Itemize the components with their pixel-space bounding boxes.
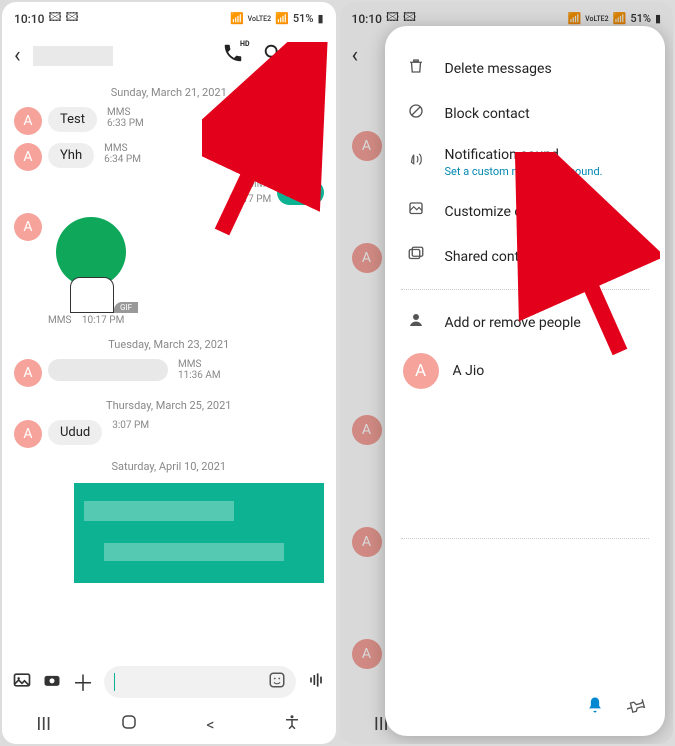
trash-icon [405, 57, 427, 80]
chat-body: Sunday, March 21, 2021 A Test MMS 6:33 P… [2, 80, 336, 660]
message-row: A Test MMS 6:33 PM [14, 107, 324, 135]
message-meta: MMS 6:34 PM [104, 143, 141, 165]
message-row: A MMS 11:36 AM [14, 359, 324, 387]
bell-button[interactable] [585, 695, 605, 720]
message-bubble[interactable] [48, 359, 168, 381]
status-icon: 🖾 [48, 8, 61, 29]
message-row-outgoing: MMS 10:17 PM Hey [14, 179, 324, 205]
nav-recent[interactable]: III [36, 714, 51, 735]
menu-person-row[interactable]: A A Jio [385, 345, 666, 397]
pin-button[interactable] [627, 695, 647, 720]
call-button[interactable]: HD [222, 42, 244, 69]
avatar[interactable]: A [14, 359, 42, 387]
message-row: A Yhh MMS 6:34 PM [14, 143, 324, 171]
more-button[interactable]: ⋮ [302, 43, 324, 68]
shared-icon [405, 245, 427, 268]
person-icon [405, 311, 427, 334]
image-message[interactable] [74, 483, 324, 583]
signal-icon: 📶 [230, 12, 244, 25]
battery-pct: 51% [293, 12, 314, 25]
menu-label: Notification sound [445, 147, 603, 163]
contact-name[interactable] [33, 46, 113, 66]
menu-notification-sound[interactable]: Notification sound Set a custom notifica… [385, 136, 666, 189]
nav-home[interactable] [120, 713, 138, 736]
sound-icon [405, 151, 427, 174]
avatar[interactable]: A [14, 213, 42, 241]
message-bubble[interactable]: Yhh [48, 143, 94, 168]
message-input[interactable] [104, 666, 295, 698]
message-meta: MMS 11:36 AM [178, 359, 221, 381]
menu-delete-messages[interactable]: Delete messages [385, 46, 666, 91]
chat-header: ‹ HD ⋮ [2, 31, 336, 80]
camera-button[interactable] [42, 670, 62, 695]
status-bar: 10:10 🖾 🖾 📶 VoLTE2 📶 51% ▮ [2, 2, 336, 31]
volte-label: VoLTE2 [248, 15, 271, 23]
voice-button[interactable] [306, 670, 326, 695]
message-bubble[interactable]: Udud [48, 420, 102, 445]
person-name: A Jio [453, 363, 485, 379]
sticker-button[interactable] [268, 671, 286, 693]
nav-accessibility[interactable] [283, 713, 301, 736]
gallery-button[interactable] [12, 670, 32, 695]
date-separator: Tuesday, March 23, 2021 [14, 338, 324, 351]
chat-options-menu: Delete messages Block contact Notificati… [385, 26, 666, 736]
menu-label: Shared content [445, 249, 539, 265]
shared-count: 1 [632, 249, 645, 264]
input-bar: ＋ [2, 660, 336, 704]
nav-back[interactable]: < [206, 715, 214, 734]
block-icon [405, 102, 427, 125]
message-meta: MMS 10:17 PM [48, 315, 138, 326]
search-button[interactable] [262, 42, 284, 69]
menu-label: Customize chat room [445, 204, 578, 220]
menu-label: Block contact [445, 106, 530, 122]
add-button[interactable]: ＋ [72, 666, 94, 698]
message-row: A Udud 3:07 PM [14, 420, 324, 448]
back-button[interactable]: ‹ [10, 41, 25, 70]
menu-shared-content[interactable]: Shared content 1 [385, 234, 666, 279]
battery-icon: ▮ [317, 12, 323, 25]
avatar[interactable]: A [14, 420, 42, 448]
message-bubble-out[interactable]: Hey [277, 180, 323, 205]
menu-block-contact[interactable]: Block contact [385, 91, 666, 136]
menu-sublabel: Set a custom notification sound. [445, 165, 603, 178]
nav-bar: III < [2, 704, 336, 744]
message-meta: MMS 10:17 PM [229, 179, 271, 205]
gif-badge: GIF [114, 302, 138, 313]
menu-add-remove-people[interactable]: Add or remove people [385, 300, 666, 345]
menu-footer [385, 689, 666, 728]
avatar: A [403, 353, 439, 389]
avatar[interactable]: A [14, 143, 42, 171]
menu-label: Add or remove people [445, 315, 581, 331]
signal-bars-icon: 📶 [275, 12, 289, 25]
menu-label: Delete messages [445, 61, 552, 77]
gif-image[interactable]: GIF [48, 213, 138, 313]
status-time: 10:10 [14, 12, 44, 26]
date-separator: Saturday, April 10, 2021 [14, 460, 324, 473]
message-row: A GIF MMS 10:17 PM [14, 213, 324, 326]
text-cursor [114, 673, 115, 691]
date-separator: Thursday, March 25, 2021 [14, 399, 324, 412]
message-bubble[interactable]: Test [48, 107, 97, 132]
divider [401, 538, 650, 539]
divider [401, 289, 650, 290]
status-icon: 🖾 [66, 8, 79, 29]
message-meta: 3:07 PM [112, 420, 149, 431]
message-meta: MMS 6:33 PM [107, 107, 144, 129]
avatar[interactable]: A [14, 107, 42, 135]
screen-messages: 10:10 🖾 🖾 📶 VoLTE2 📶 51% ▮ ‹ HD [2, 2, 336, 744]
date-separator: Sunday, March 21, 2021 [14, 86, 324, 99]
screen-menu: 10:10 🖾 🖾 📶 VoLTE2 📶 51% ▮ ‹ A A A [340, 2, 674, 744]
menu-customize-chat[interactable]: Customize chat room [385, 189, 666, 234]
customize-icon [405, 200, 427, 223]
